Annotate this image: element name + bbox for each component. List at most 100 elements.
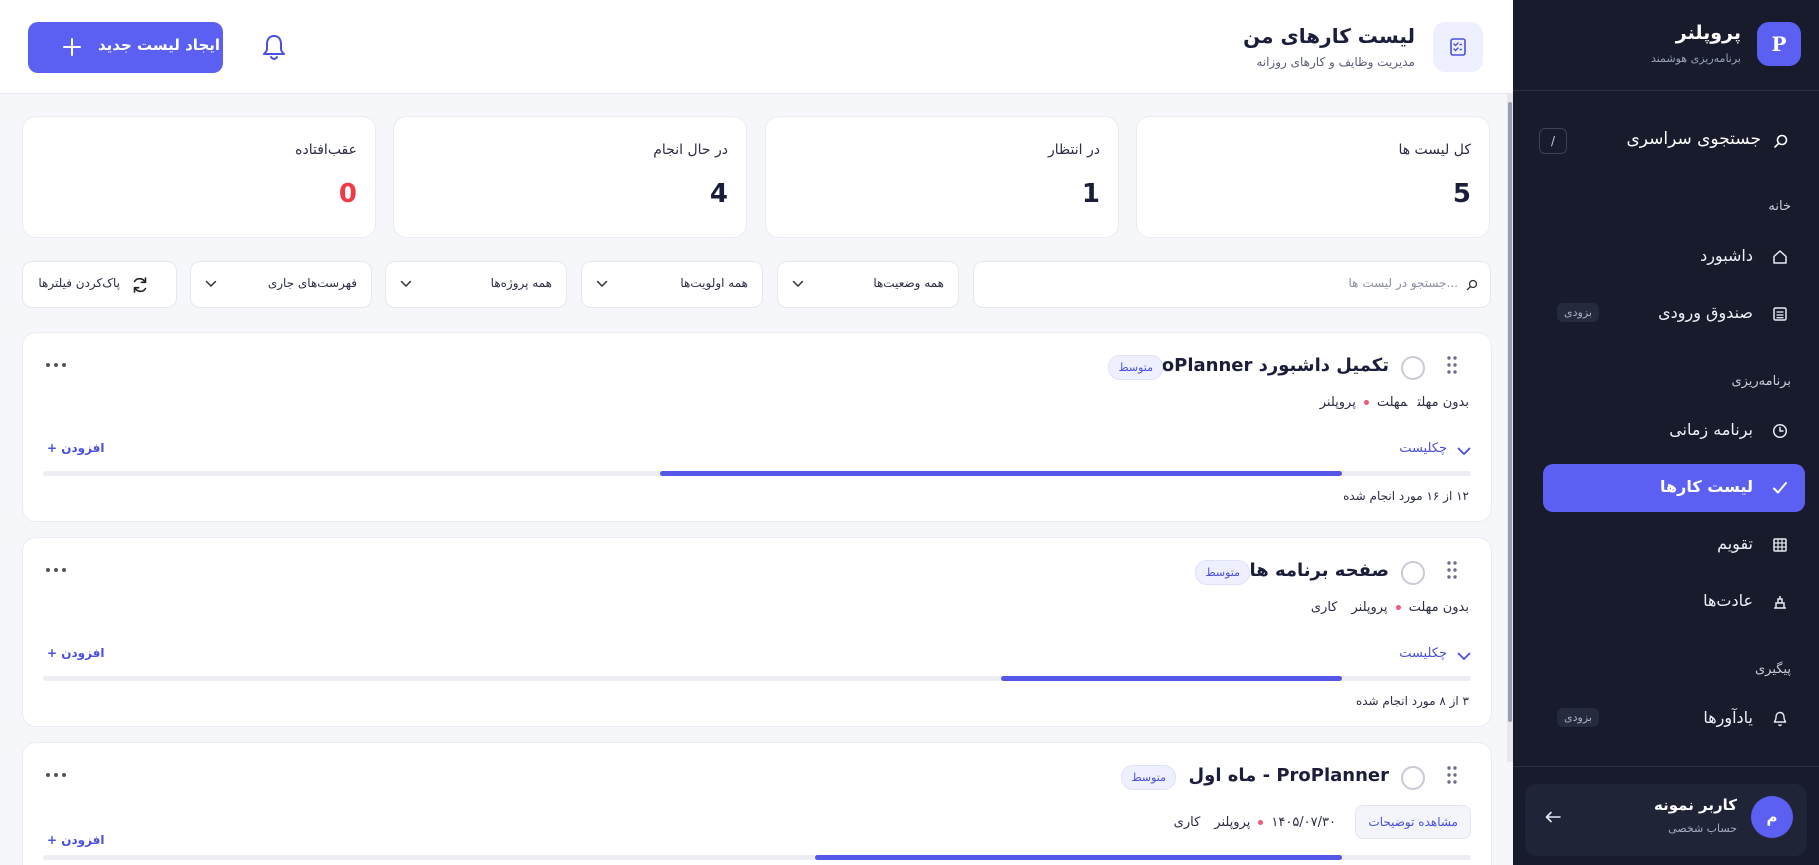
search-icon — [1466, 279, 1478, 291]
global-search[interactable]: جستجوی سراسری / — [1539, 126, 1789, 158]
drag-handle-icon[interactable] — [1445, 765, 1459, 785]
stat-value: 0 — [338, 179, 357, 209]
sidebar-item-label: برنامه زمانی — [1669, 420, 1753, 439]
topbar: لیست کارهای من مدیریت وظایف و کارهای روز… — [0, 0, 1513, 94]
reset-filters-label: پاک‌کردن فیلترها — [38, 276, 120, 290]
complete-checkbox[interactable] — [1401, 766, 1425, 790]
stat-label: در انتظار — [1048, 142, 1100, 158]
stat-label: در حال انجام — [653, 142, 728, 158]
chevron-down-icon — [205, 280, 217, 288]
date-text: ۱۴۰۵/۰۷/۳۰ — [1271, 815, 1336, 830]
todo-list-card[interactable]: تکمیل داشبورد ProPlanner متوسط بدون مهلت… — [22, 332, 1492, 522]
project-filter-select[interactable]: همه پروژه‌ها — [385, 261, 567, 308]
user-name: کاربر نمونه — [1654, 796, 1737, 814]
calendar-icon — [1771, 536, 1789, 554]
page-subtitle: مدیریت وظایف و کارهای روزانه — [1256, 55, 1415, 69]
stat-card-pending: در انتظار 1 — [765, 116, 1119, 238]
todo-list-card[interactable]: ProPlanner - ماه اول متوسط مشاهده توضیحا… — [22, 742, 1492, 865]
sidebar-item-todo-lists[interactable]: لیست کارها — [1543, 464, 1805, 512]
stat-value: 4 — [709, 179, 728, 209]
more-options-icon[interactable] — [45, 566, 67, 574]
project-filter-value: همه پروژه‌ها — [490, 276, 552, 290]
chevron-down-icon — [792, 280, 804, 288]
bell-icon[interactable] — [260, 32, 288, 64]
complete-checkbox[interactable] — [1401, 561, 1425, 585]
priority-filter-select[interactable]: همه اولویت‌ها — [581, 261, 763, 308]
status-filter-select[interactable]: همه وضعیت‌ها — [777, 261, 959, 308]
search-placeholder: جستجو در لیست ها... — [1348, 276, 1458, 290]
section-label-home: خانه — [1768, 199, 1791, 214]
clock-icon — [1771, 422, 1789, 440]
brand-name: پروپلنر — [1675, 22, 1741, 44]
lists-filter-select[interactable]: فهرست‌های جاری — [190, 261, 372, 308]
chevron-down-icon — [596, 280, 608, 288]
user-role: حساب شخصی — [1668, 822, 1737, 835]
sidebar-item-label: صندوق ورودی — [1658, 303, 1753, 322]
more-options-icon[interactable] — [45, 361, 67, 369]
sidebar-divider — [1513, 766, 1819, 767]
stat-card-in-progress: در حال انجام 4 — [393, 116, 747, 238]
complete-checkbox[interactable] — [1401, 356, 1425, 380]
page-title: لیست کارهای من — [1243, 24, 1415, 48]
card-title: ProPlanner - ماه اول — [1188, 765, 1389, 786]
reset-filters-button[interactable]: پاک‌کردن فیلترها — [22, 261, 177, 308]
user-card[interactable]: م کاربر نمونه حساب شخصی — [1525, 784, 1807, 856]
chevron-down-icon — [1457, 652, 1471, 661]
progress-fill — [814, 855, 1343, 860]
sidebar-item-habits[interactable]: عادت‌ها — [1543, 578, 1805, 626]
brand-subtitle: برنامه‌ریزی هوشمند — [1650, 52, 1741, 65]
coming-soon-badge: بزودی — [1557, 303, 1599, 322]
coming-soon-badge: بزودی — [1557, 708, 1599, 727]
main-scrollbar[interactable] — [1505, 92, 1513, 762]
search-icon — [1773, 133, 1789, 149]
sidebar-item-label: تقویم — [1717, 534, 1753, 553]
inbox-icon — [1771, 305, 1789, 323]
sidebar-item-schedule[interactable]: برنامه زمانی — [1543, 407, 1805, 455]
project-dot — [1258, 820, 1264, 825]
progress-bar — [43, 471, 1471, 476]
sidebar-item-label: داشبورد — [1700, 246, 1753, 265]
card-meta: ۱۴۰۵/۰۷/۳۰ پروپلنر کاری — [1174, 815, 1336, 830]
refresh-icon — [130, 275, 150, 295]
progress-bar — [43, 676, 1471, 681]
sidebar-item-label: یادآورها — [1703, 708, 1753, 727]
stat-value: 5 — [1452, 179, 1471, 209]
tag-label: کاری — [1173, 815, 1201, 830]
priority-badge: متوسط — [1108, 355, 1163, 380]
view-description-button[interactable]: مشاهده توضیحات — [1355, 805, 1471, 839]
habits-icon — [1771, 593, 1789, 611]
scroll-thumb[interactable] — [1508, 102, 1512, 722]
tag-label: کاری — [1310, 600, 1338, 615]
create-list-button[interactable]: ایجاد لیست جدید — [28, 22, 223, 73]
priority-badge: متوسط — [1195, 560, 1250, 585]
todo-list-card[interactable]: صفحه برنامه ها متوسط بدون مهلت پروپلنر کار… — [22, 537, 1492, 727]
plus-icon — [62, 37, 82, 57]
project-dot — [1395, 605, 1401, 610]
drag-handle-icon[interactable] — [1445, 355, 1459, 375]
sidebar-item-calendar[interactable]: تقویم — [1543, 521, 1805, 569]
lists-filter-value: فهرست‌های جاری — [267, 276, 357, 290]
avatar: م — [1751, 796, 1793, 838]
more-options-icon[interactable] — [45, 771, 67, 779]
sidebar-item-dashboard[interactable]: داشبورد — [1543, 233, 1805, 281]
brand[interactable]: P پروپلنر برنامه‌ریزی هوشمند — [1531, 22, 1801, 70]
sidebar-item-inbox[interactable]: صندوق ورودی بزودی — [1543, 290, 1805, 338]
chevron-down-icon — [400, 280, 412, 288]
priority-badge: متوسط — [1121, 765, 1176, 790]
add-item-button[interactable]: + افزودن — [47, 833, 105, 847]
logout-icon[interactable] — [1543, 808, 1563, 826]
project-dot — [1363, 400, 1369, 405]
global-search-label: جستجوی سراسری — [1626, 129, 1761, 149]
sidebar-item-label: لیست کارها — [1660, 477, 1753, 496]
create-list-label: ایجاد لیست جدید — [98, 36, 221, 54]
project-name: پروپلنر — [1351, 600, 1388, 615]
project-name: پروپلنر — [1214, 815, 1251, 830]
add-item-button[interactable]: + افزودن — [47, 441, 105, 455]
add-item-button[interactable]: + افزودن — [47, 646, 105, 660]
stat-card-total: کل لیست ها 5 — [1136, 116, 1490, 238]
progress-fill — [660, 471, 1343, 476]
card-meta: بدون مهلت پروپلنر کاری — [1311, 600, 1469, 615]
drag-handle-icon[interactable] — [1445, 560, 1459, 580]
sidebar-item-reminders[interactable]: یادآورها بزودی — [1543, 695, 1805, 743]
list-search-input[interactable]: جستجو در لیست ها... — [973, 261, 1491, 308]
